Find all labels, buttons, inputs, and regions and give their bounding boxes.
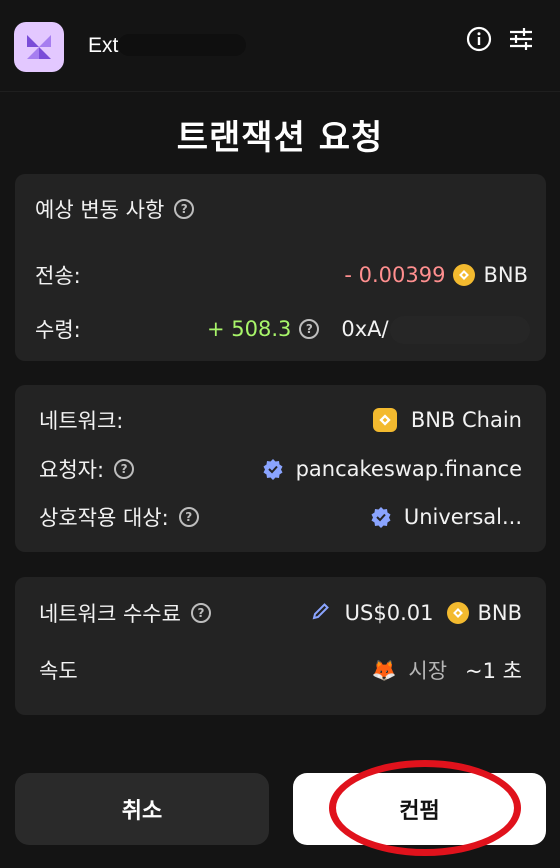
redacted-address [390,316,530,344]
help-icon[interactable]: ? [178,507,199,527]
edit-fee-icon[interactable] [311,601,331,626]
verified-icon [370,506,392,528]
sliders-icon[interactable] [506,24,536,54]
network-value: BNB Chain [410,408,522,432]
help-icon[interactable]: ? [114,459,135,479]
app-name: Ext [88,34,119,57]
receive-label: 수령: [35,318,81,342]
speed-label: 속도 [39,659,78,683]
help-icon[interactable]: ? [299,319,320,339]
fee-label: 네트워크 수수료 [39,602,181,626]
requester-value[interactable]: pancakeswap.finance [296,457,522,481]
fee-token: BNB [477,601,522,625]
send-amount: - 0.00399 [344,263,446,287]
bnb-icon [447,602,470,624]
redacted-account [118,34,246,56]
header: Ext [0,0,560,92]
fox-icon: 🦊 [371,658,397,682]
network-label: 네트워크: [39,409,124,433]
help-icon[interactable]: ? [174,199,195,219]
bnb-icon [453,264,476,286]
interacting-value[interactable]: Universal... [404,505,522,529]
send-label: 전송: [35,264,81,288]
help-icon[interactable]: ? [190,603,211,623]
receive-address[interactable]: 0xA/ [341,317,388,341]
estimated-changes-heading: 예상 변동 사항 [35,198,165,222]
app-logo [14,22,64,72]
speed-time: ~1 초 [465,659,522,683]
receive-amount: + 508.3 [207,317,292,341]
network-fee-card: 네트워크 수수료 ? US$0.01 BNB 속도 🦊 시장 ~1 초 [15,577,546,715]
confirm-button[interactable]: 컨펌 [293,773,546,845]
send-token: BNB [483,263,528,287]
cancel-button[interactable]: 취소 [15,773,269,845]
request-details-card: 네트워크: BNB Chain 요청자: ? pancakeswap.finan… [15,385,546,552]
speed-value[interactable]: 시장 [408,655,447,685]
bnb-chain-icon [372,408,397,432]
info-icon[interactable] [464,24,494,54]
fee-amount: US$0.01 [344,601,434,625]
verified-icon [262,458,284,480]
page-title: 트랜잭션 요청 [176,118,384,158]
requester-label: 요청자: [39,458,105,482]
interacting-label: 상호작용 대상: [39,506,169,530]
